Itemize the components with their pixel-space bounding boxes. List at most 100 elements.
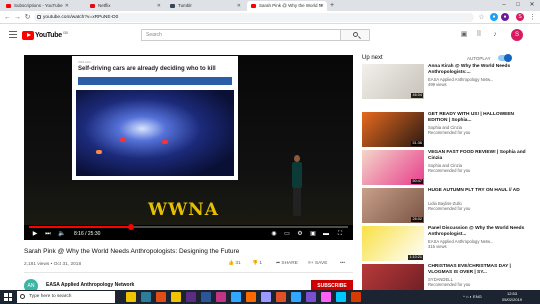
browser-toolbar: ← → ↻ youtube.com/watch?v=xRPuNE-D0 ☆ ● … [0,11,540,24]
profile-avatar-icon[interactable]: S [516,13,524,21]
close-icon[interactable]: ✕ [320,1,324,11]
recommended-video[interactable]: 50:47 VEGAN FAST FOOD REVIEW! | Sophia an… [362,150,532,186]
duration-badge: 46:04 [411,93,423,98]
recommended-title[interactable]: Panel Discussion @ Why the World Needs A… [428,226,532,238]
extension-icon[interactable]: ● [490,13,498,21]
taskbar-app-icon[interactable] [336,292,346,302]
like-button[interactable]: 👍 31 [228,261,241,266]
taskbar-app-icon[interactable] [261,292,271,302]
tab-sarah-pink-video[interactable]: Sarah Pink @ Why the World N ✕ [247,1,327,11]
close-icon[interactable]: ✕ [237,1,241,11]
notifications-bell-icon[interactable]: ♪ [491,31,499,39]
taskbar-app-icon[interactable] [351,292,361,302]
recommended-title[interactable]: CHRISTMAS EVE/CHRISTMAS DAY | VLOGMAS IS… [428,264,532,276]
forward-arrow-icon[interactable]: → [13,13,22,22]
kebab-menu-icon[interactable]: ⋮ [528,13,537,22]
taskbar-app-icon[interactable] [186,292,196,302]
taskbar-app-icon[interactable] [306,292,316,302]
reload-icon[interactable]: ↻ [23,13,32,22]
slide-navbar [78,77,232,85]
hamburger-menu-icon[interactable] [9,31,17,38]
slide-photo [76,90,234,176]
speaker-figure [290,155,304,217]
video-thumbnail[interactable]: 50:47 [362,150,424,185]
close-window-button[interactable]: ✕ [525,0,539,11]
recommended-title[interactable]: GET READY WITH US! | HALLOWEEN EDITION |… [428,112,532,124]
taskbar-app-icon[interactable] [201,292,211,302]
projected-slide: VOX.com Self-driving cars are already de… [72,56,238,180]
theater-mode-icon[interactable]: ▬ [322,230,330,238]
windows-start-icon[interactable] [4,293,12,301]
taskbar-app-icon[interactable] [171,292,181,302]
play-icon[interactable]: ▶ [31,230,39,238]
bookmark-star-icon[interactable]: ☆ [477,13,486,22]
youtube-header: YouTube GB Search ▣ ⠿ ♪ S [0,24,540,46]
tail-light [120,138,126,142]
divider [24,272,353,273]
progress-bar[interactable] [29,224,348,230]
taskbar-app-icon[interactable] [246,292,256,302]
tab-subscriptions[interactable]: Subscriptions - YouTube ✕ [2,1,72,11]
save-label: SAVE [314,261,328,266]
recommended-video[interactable]: 46:04 Anna Kirah @ Why the World Needs An… [362,64,532,100]
like-count: 31 [235,261,241,266]
tab-label: Subscriptions - YouTube [14,3,63,8]
taskbar-app-icon[interactable] [231,292,241,302]
taskbar-app-icon[interactable] [291,292,301,302]
fullscreen-icon[interactable]: ⛶ [335,230,345,238]
taskbar-app-icon[interactable] [126,292,136,302]
video-thumbnail[interactable]: 1:10:21 [362,226,424,261]
search-input[interactable]: Search [141,29,340,41]
recommended-video[interactable]: 1:10:21 Panel Discussion @ Why the World … [362,226,532,262]
volume-icon[interactable]: 🔈 [58,230,66,238]
maximize-button[interactable]: □ [511,0,525,11]
minimize-button[interactable]: – [497,0,511,11]
recommended-video[interactable]: 26:02 HUGE AUTUMN PLT TRY ON HAUL // AD Li… [362,188,532,224]
clock[interactable]: 12:53 05/02/2019 [502,291,522,303]
address-bar[interactable]: youtube.com/watch?v=xRPuNE-D0 [34,13,474,22]
search-button[interactable] [340,29,370,41]
recommended-info: Recommended for you [428,168,471,173]
close-icon[interactable]: ✕ [65,1,69,11]
youtube-favicon-icon [6,4,11,8]
dislike-button[interactable]: 👎 1 [252,261,262,266]
autoplay-toggle-icon[interactable]: ◉ [270,230,278,238]
next-icon[interactable]: ⏭ [44,230,52,238]
taskbar-app-icon[interactable] [141,292,151,302]
new-tab-button[interactable]: + [330,0,334,11]
taskbar-app-icon[interactable] [216,292,226,302]
taskbar-search-input[interactable]: Type here to search [17,291,115,303]
recommended-title[interactable]: VEGAN FAST FOOD REVIEW! | Sophia and Cin… [428,150,532,162]
youtube-logo[interactable]: YouTube GB [22,30,68,40]
recommended-info: Recommended for you [428,130,471,135]
recommended-title[interactable]: HUGE AUTUMN PLT TRY ON HAUL // AD [428,188,532,194]
video-thumbnail[interactable]: 51:36 [362,112,424,147]
video-player[interactable]: VOX.com Self-driving cars are already de… [24,55,353,240]
apps-grid-icon[interactable]: ⠿ [475,31,483,39]
duration-badge: 1:10:21 [408,255,423,260]
extension-icon[interactable]: ● [501,13,509,21]
avatar[interactable]: S [511,29,523,41]
recommended-title[interactable]: Anna Kirah @ Why the World Needs Anthrop… [428,64,532,76]
recommended-video[interactable]: 51:36 GET READY WITH US! | HALLOWEEN EDIT… [362,112,532,148]
close-icon[interactable]: ✕ [157,1,161,11]
tab-tumblr[interactable]: Tumblr ✕ [166,1,244,11]
system-tray[interactable]: ^ ⌂ ◐ ENG [463,294,482,299]
video-thumbnail[interactable]: 46:04 [362,64,424,99]
taskbar-app-icon[interactable] [156,292,166,302]
more-actions-button[interactable]: ••• [340,261,345,266]
back-arrow-icon[interactable]: ← [3,13,12,22]
video-frame: VOX.com Self-driving cars are already de… [24,55,353,225]
create-video-icon[interactable]: ▣ [460,31,468,39]
autoplay-toggle[interactable] [498,54,512,62]
tab-netflix[interactable]: Netflix ✕ [86,1,164,11]
video-thumbnail[interactable]: 26:02 [362,188,424,223]
taskbar-app-icon[interactable] [321,292,331,302]
settings-gear-icon[interactable]: ⚙ [296,230,304,238]
taskbar-app-icon[interactable] [276,292,286,302]
miniplayer-icon[interactable]: ▣ [309,230,317,238]
captions-icon[interactable]: ▭ [283,230,291,238]
channel-name[interactable]: EASA Applied Anthropology Network [46,282,134,288]
save-button[interactable]: ≡+ SAVE [308,261,327,266]
share-button[interactable]: ➦ SHARE [276,261,298,266]
